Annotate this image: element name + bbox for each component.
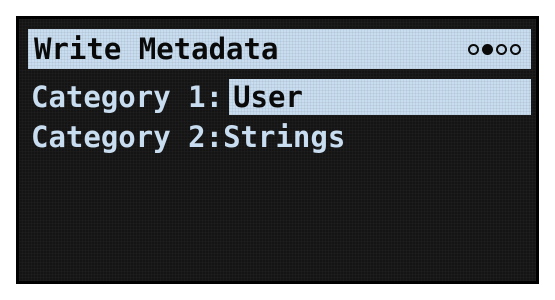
category-1-row[interactable]: Category 1: User (31, 77, 531, 117)
category-2-label: Category 2: (31, 119, 224, 154)
page-dot-2-active (482, 43, 493, 55)
page-dot-1 (468, 43, 479, 55)
device-frame: Write Metadata Category 1: User Category… (0, 0, 555, 300)
title-bar: Write Metadata (28, 29, 531, 69)
category-2-row[interactable]: Category 2: Strings (31, 117, 345, 157)
category-1-value[interactable]: User (229, 79, 531, 115)
page-dot-4 (510, 43, 521, 55)
page-indicator (468, 43, 521, 55)
page-dot-3 (496, 43, 507, 55)
category-2-value[interactable]: Strings (223, 122, 345, 152)
category-1-label: Category 1: (31, 79, 224, 114)
oled-screen: Write Metadata Category 1: User Category… (16, 16, 539, 284)
page-title: Write Metadata (34, 31, 279, 66)
